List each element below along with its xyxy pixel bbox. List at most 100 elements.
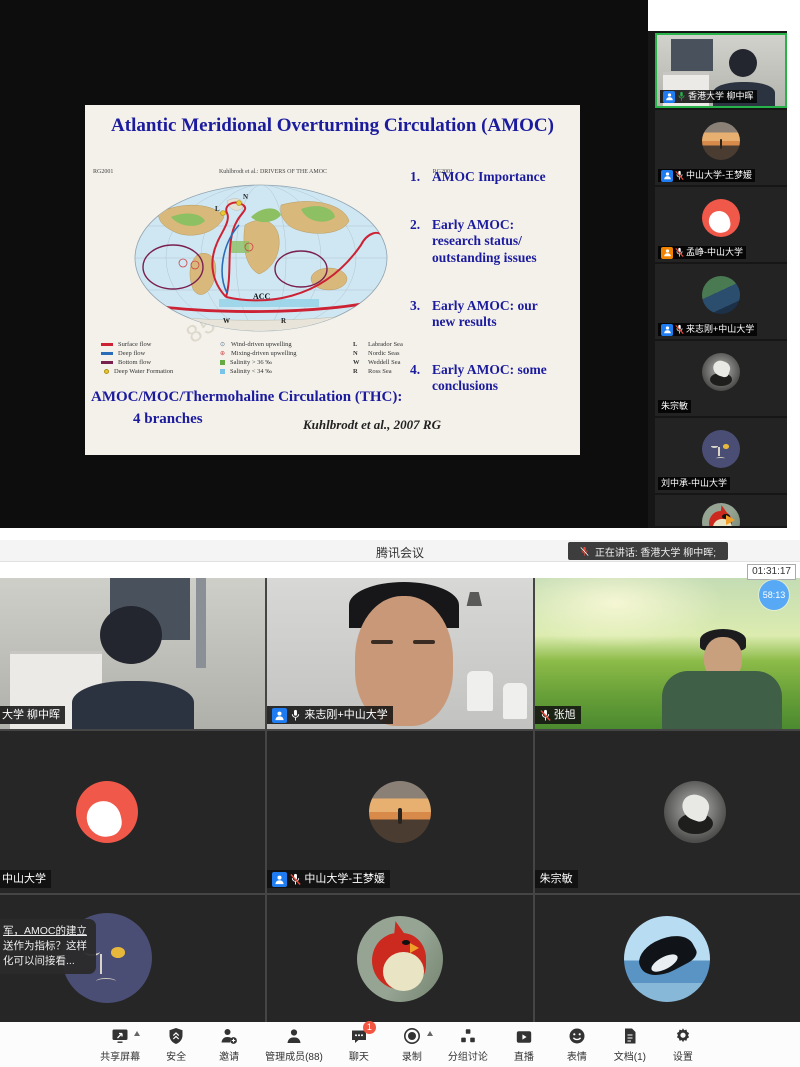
avatar [702,122,740,160]
avatar-tile-cardinal[interactable] [267,895,532,1022]
meeting-duration: 01:31:17 [747,564,796,580]
record-icon [403,1027,421,1045]
person-badge-icon [272,708,287,723]
meeting-toolbar: 共享屏幕 安全 [0,1022,800,1067]
avatar-tile-liuzhongcheng[interactable]: 军，AMOC的建立 送作为指标？这样 化可以间接看... [0,895,265,1022]
caret-up-icon[interactable] [427,1031,433,1036]
svg-text:L: L [215,205,220,213]
avatar [664,781,726,843]
agenda-item: 2. Early AMOC: research status/ outstand… [410,217,575,266]
deep-water-formation-swatch [104,369,109,374]
caret-up-icon[interactable] [134,1031,140,1036]
participant-name-badge: 来志刚+中山大学 [267,706,392,724]
avatar [369,781,431,843]
meeting-titlebar: 腾讯会议 正在讲话: 香港大学 柳中晖; [0,540,800,562]
participant-name-badge: 孟峥-中山大学 [658,246,746,259]
rail-thumb-wangmengyuan[interactable]: 中山大学-王梦媛 [655,110,787,185]
video-tile-laizhigang[interactable]: 来志刚+中山大学 [267,578,532,729]
invite-button[interactable]: 邀请 [212,1027,246,1063]
chat-message-bubble[interactable]: 军，AMOC的建立 送作为指标？这样 化可以间接看... [0,919,96,974]
person-badge-icon [272,872,287,887]
docs-button[interactable]: 文档(1) [613,1027,647,1063]
presentation-slide: 851382192077 Atlantic Meridional Overtur… [85,105,580,455]
avatar [702,276,740,314]
person-badge-icon [663,91,675,103]
avatar-tile-wangmengyuan[interactable]: 中山大学-王梦媛 [267,731,532,893]
mic-muted-icon [675,247,684,258]
live-stream-button[interactable]: 直播 [507,1027,541,1063]
slide-citation: Kuhlbrodt et al., 2007 RG [303,417,441,433]
avatar [76,781,138,843]
rail-thumb-liuzhonghui[interactable]: 香港大学 柳中晖 [655,33,787,108]
participant-name-badge: 中山大学 [0,870,51,888]
document-icon [622,1027,638,1045]
participant-rail: 香港大学 柳中晖 中山大学-王梦媛 [648,0,800,528]
participant-name-badge: 中山大学-王梦媛 [267,870,390,888]
salinity-high-swatch [220,360,225,365]
rail-thumb-partial[interactable] [655,495,787,526]
participant-name-badge: 朱宗敏 [658,400,691,413]
slide-title: Atlantic Meridional Overturning Circulat… [85,115,580,137]
breakout-rooms-button[interactable]: 分组讨论 [448,1027,488,1063]
avatar [702,199,740,237]
bottom-flow-swatch [101,361,113,364]
agenda-item: 3. Early AMOC: our new results [410,298,575,330]
mic-muted-icon [540,709,551,722]
avatar-tile-mengzheng[interactable]: 中山大学 [0,731,265,893]
person-badge-icon [661,247,673,259]
shared-screen-view: 851382192077 Atlantic Meridional Overtur… [0,0,800,528]
emoji-button[interactable]: 表情 [560,1027,594,1063]
rail-thumb-mengzheng[interactable]: 孟峥-中山大学 [655,187,787,262]
svg-text:W: W [223,317,230,325]
speaking-mic-icon [580,546,589,557]
svg-text:N: N [243,193,248,201]
avatar [702,430,740,468]
slide-footer-line1: AMOC/MOC/Thermohaline Circulation (THC): [91,389,402,406]
settings-button[interactable]: 设置 [666,1027,700,1063]
live-icon [515,1029,533,1045]
share-screen-button[interactable]: 共享屏幕 [100,1027,140,1063]
members-icon [285,1027,303,1045]
mic-muted-icon [675,170,684,181]
rail-thumb-zhuzongmin[interactable]: 朱宗敏 [655,341,787,416]
participant-name-badge: 来志刚+中山大学 [658,323,757,336]
meeting-window: 腾讯会议 正在讲话: 香港大学 柳中晖; 01:31:17 58:13 [0,540,800,1067]
mixing-upwelling-icon: ⊕ [219,351,226,357]
presentation-background: 851382192077 Atlantic Meridional Overtur… [0,0,648,528]
deep-flow-swatch [101,352,113,355]
avatar-tile-orca[interactable] [535,895,800,1022]
mic-muted-icon [675,324,684,335]
rail-thumb-liuzhongcheng[interactable]: 刘中承-中山大学 [655,418,787,493]
participant-name-badge: 刘中承-中山大学 [658,477,730,490]
person-badge-icon [661,324,673,336]
surface-flow-swatch [101,343,113,346]
breakout-icon [459,1027,477,1045]
record-button[interactable]: 录制 [395,1027,429,1063]
acc-label: ACC [253,292,271,301]
participant-name-badge: 大学 柳中晖 [0,706,65,724]
invite-person-icon [220,1027,238,1045]
map-caption: Kuhlbrodt et al.: DRIVERS OF THE AMOC [219,169,327,175]
video-grid: 大学 柳中晖 [0,578,800,1022]
avatar [702,503,740,526]
gear-icon [674,1027,692,1045]
agenda-item: 1. AMOC Importance [410,169,575,185]
mic-on-icon [290,709,301,722]
rail-thumb-laizhigang[interactable]: 来志刚+中山大学 [655,264,787,339]
floating-time-badge[interactable]: 58:13 [759,580,789,610]
amoc-world-map: N L W R ACC [131,181,391,335]
participant-name-badge: 张旭 [535,706,581,724]
slide-map-caption-row: RG2001 Kuhlbrodt et al.: DRIVERS OF THE … [93,169,453,175]
video-tile-liuzhonghui[interactable]: 大学 柳中晖 [0,578,265,729]
avatar-tile-zhuzongmin[interactable]: 朱宗敏 [535,731,800,893]
salinity-low-swatch [220,369,225,374]
participant-name-badge: 香港大学 柳中晖 [660,90,757,103]
shield-icon [167,1027,185,1045]
avatar [702,353,740,391]
security-button[interactable]: 安全 [159,1027,193,1063]
participant-name-badge: 中山大学-王梦媛 [658,169,755,182]
emoji-icon [568,1027,586,1045]
world-map-figure: N L W R ACC [131,181,391,335]
chat-button[interactable]: 1 聊天 [342,1027,376,1063]
manage-members-button[interactable]: 管理成员(88) [265,1027,323,1063]
